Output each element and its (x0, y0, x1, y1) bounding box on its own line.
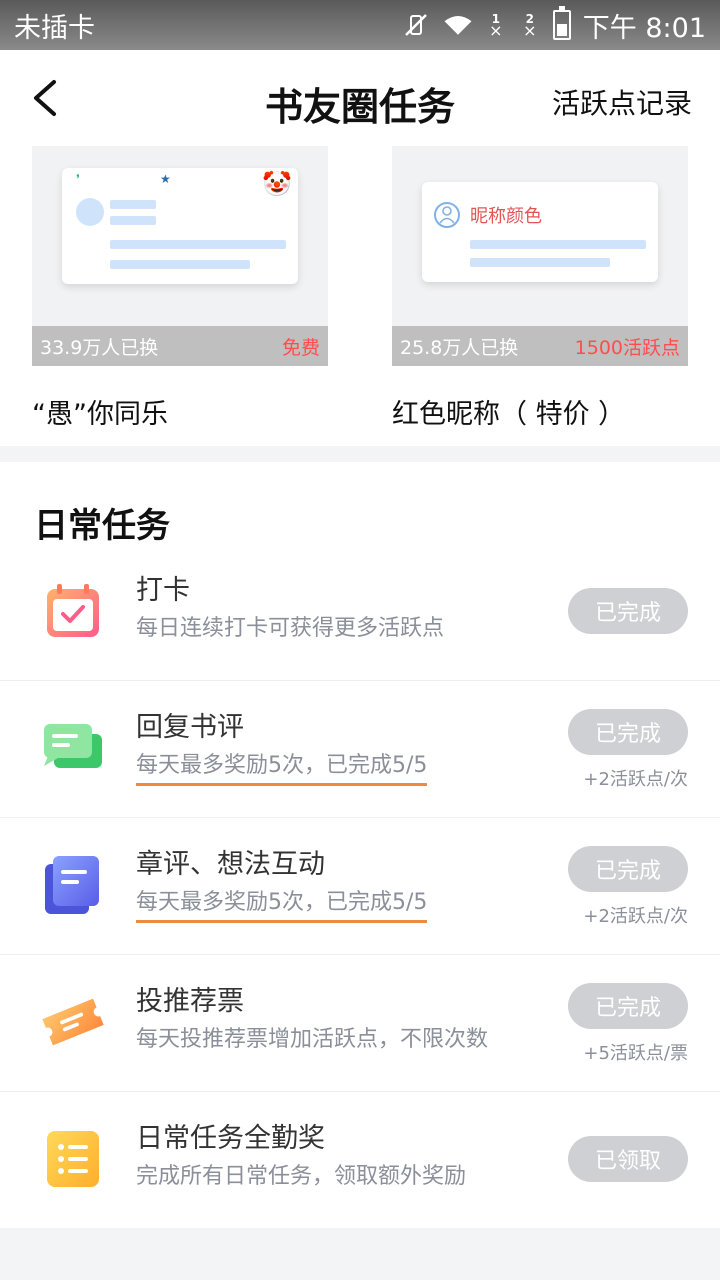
task-recommend-ticket: 投推荐票 每天投推荐票增加活跃点，不限次数 已完成 +5活跃点/票 (0, 955, 720, 1092)
placeholder-line (470, 258, 610, 267)
reward-card-red-nickname[interactable]: 昵称颜色 25.8万人已换 1500活跃点 红色昵称（ 特价 ） (392, 146, 688, 431)
task-progress-description: 每天最多奖励5次，已完成5/5 (136, 884, 428, 923)
task-name: 日常任务全勤奖 (136, 1123, 325, 1154)
reward-price: 1500活跃点 (574, 336, 680, 359)
task-name: 章评、想法互动 (136, 849, 325, 880)
reward-thumbnail: 昵称颜色 25.8万人已换 1500活跃点 (392, 146, 688, 366)
exchange-count: 25.8万人已换 (400, 336, 519, 359)
task-reward: +5活跃点/票 (583, 1043, 688, 1064)
battery-icon (552, 6, 571, 40)
reward-info-bar: 33.9万人已换 免费 (32, 326, 328, 366)
task-full-attendance: 日常任务全勤奖 完成所有日常任务，领取额外奖励 已领取 (0, 1092, 720, 1229)
reward-section: ❜ ★ 🤡 33.9万人已换 免费 “愚”你同乐 昵称颜色 25.8万人已换 1… (0, 146, 720, 446)
star-icon: ★ (160, 172, 171, 186)
leaf-decoration: ❜ (76, 172, 80, 186)
nickname-color-preview: 昵称颜色 (470, 206, 542, 227)
header: 书友圈任务 活跃点记录 (0, 50, 720, 146)
placeholder-line (110, 200, 156, 209)
task-name: 打卡 (136, 575, 190, 606)
task-status-button[interactable]: 已完成 (568, 588, 688, 634)
placeholder-line (110, 240, 286, 249)
sim1-indicator: 1 × (489, 12, 503, 40)
reward-thumbnail: ❜ ★ 🤡 33.9万人已换 免费 (32, 146, 328, 366)
reward-card-april-fools[interactable]: ❜ ★ 🤡 33.9万人已换 免费 “愚”你同乐 (32, 146, 328, 431)
reward-info-bar: 25.8万人已换 1500活跃点 (392, 326, 688, 366)
task-status-button[interactable]: 已完成 (568, 709, 688, 755)
placeholder-line (470, 240, 646, 249)
task-reward: +2活跃点/次 (583, 769, 688, 790)
task-description: 完成所有日常任务，领取额外奖励 (136, 1164, 467, 1189)
reward-name: 红色昵称（ 特价 ） (392, 399, 626, 430)
task-checkin: 打卡 每日连续打卡可获得更多活跃点 已完成 (0, 544, 720, 681)
chat-bubble-icon (40, 715, 106, 781)
calendar-check-icon (40, 578, 106, 644)
placeholder-line (110, 216, 156, 225)
daily-tasks-section: 日常任务 打卡 每日连续打卡可获得更多活跃点 已完成 回复书评 每天最多奖励5次… (0, 462, 720, 1228)
clock: 下午 8:01 (582, 12, 706, 44)
user-icon (434, 202, 460, 228)
exchange-count: 33.9万人已换 (40, 336, 159, 359)
task-description: 每天投推荐票增加活跃点，不限次数 (136, 1027, 489, 1052)
vibrate-off-icon (401, 10, 431, 40)
list-icon (40, 1126, 106, 1192)
reward-price: 免费 (281, 336, 320, 359)
activity-record-link[interactable]: 活跃点记录 (552, 82, 692, 122)
avatar-placeholder (76, 198, 104, 226)
ticket-icon (40, 989, 106, 1055)
task-status-button[interactable]: 已领取 (568, 1136, 688, 1182)
task-reply-review: 回复书评 每天最多奖励5次，已完成5/5 已完成 +2活跃点/次 (0, 681, 720, 818)
section-title: 日常任务 (34, 506, 170, 546)
document-icon (40, 852, 106, 918)
carrier-label: 未插卡 (14, 12, 95, 44)
wifi-icon (443, 10, 473, 40)
task-chapter-comment: 章评、想法互动 每天最多奖励5次，已完成5/5 已完成 +2活跃点/次 (0, 818, 720, 955)
task-status-button[interactable]: 已完成 (568, 846, 688, 892)
status-bar: 未插卡 1 × 2 × 下午 8:01 (0, 0, 720, 50)
placeholder-line (110, 260, 250, 269)
task-name: 回复书评 (136, 712, 244, 743)
card-preview: 昵称颜色 (422, 182, 658, 282)
reward-name: “愚”你同乐 (32, 399, 168, 430)
task-name: 投推荐票 (136, 986, 244, 1017)
task-progress-description: 每天最多奖励5次，已完成5/5 (136, 747, 428, 786)
card-preview: ❜ ★ 🤡 (62, 168, 298, 284)
task-status-button[interactable]: 已完成 (568, 983, 688, 1029)
clown-sticker-icon: 🤡 (262, 170, 292, 198)
task-reward: +2活跃点/次 (583, 906, 688, 927)
task-description: 每日连续打卡可获得更多活跃点 (136, 616, 445, 641)
sim2-indicator: 2 × (523, 12, 537, 40)
